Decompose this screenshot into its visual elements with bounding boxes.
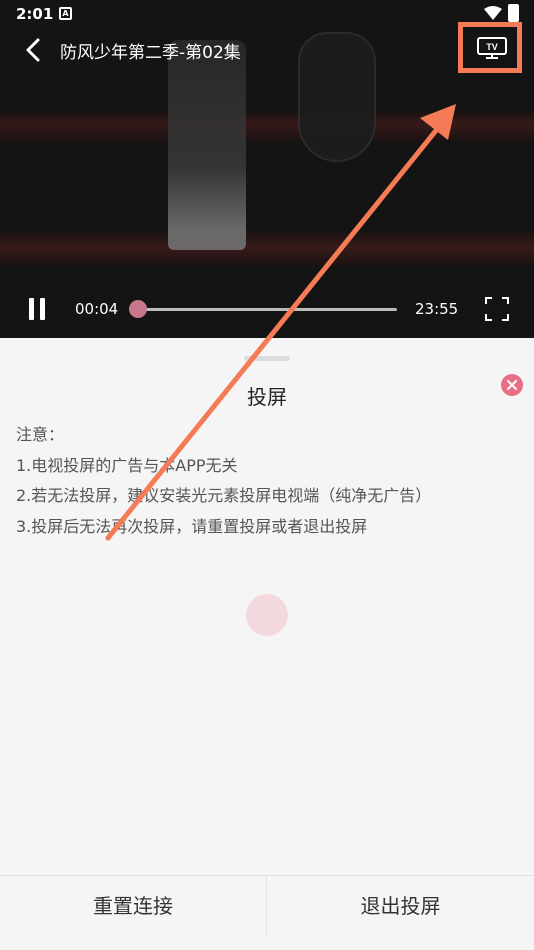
status-time: 2:01	[16, 5, 54, 23]
loading-indicator	[246, 594, 288, 636]
sheet-drag-handle[interactable]	[244, 356, 290, 361]
reset-connection-button[interactable]: 重置连接	[0, 876, 267, 938]
wifi-icon	[484, 6, 502, 20]
player-controls: 00:04 23:55	[0, 288, 534, 330]
total-time: 23:55	[415, 300, 459, 318]
notice-line: 注意：	[16, 425, 65, 444]
video-frame-figure	[168, 40, 246, 250]
progress-thumb[interactable]	[128, 300, 147, 318]
pause-bar	[40, 298, 45, 320]
video-frame-band	[0, 112, 534, 142]
notice-text: 注意： 1.电视投屏的广告与本APP无关 2.若无法投屏，建议安装光元素投屏电视…	[16, 420, 431, 542]
player-topbar: 防风少年第二季-第02集	[0, 30, 534, 70]
status-bar: 2:01 A	[0, 0, 534, 30]
sheet-title: 投屏	[247, 385, 287, 409]
close-icon	[507, 380, 517, 390]
close-button[interactable]	[501, 374, 523, 396]
pause-bar	[29, 298, 34, 320]
video-frame-band	[0, 232, 534, 266]
cast-sheet: 投屏 注意： 1.电视投屏的广告与本APP无关 2.若无法投屏，建议安装光元素投…	[0, 338, 534, 950]
notification-icon: A	[59, 7, 72, 20]
notice-line: 1.电视投屏的广告与本APP无关	[16, 455, 238, 475]
pause-button[interactable]	[26, 296, 48, 322]
current-time: 00:04	[75, 300, 119, 318]
tv-cast-icon[interactable]: TV	[476, 36, 508, 60]
exit-cast-button[interactable]: 退出投屏	[267, 876, 534, 938]
back-arrow-icon[interactable]	[20, 36, 48, 64]
progress-track[interactable]	[137, 308, 397, 311]
notice-line: 2.若无法投屏，建议安装光元素投屏电视端（纯净无广告）	[16, 486, 432, 505]
video-title: 防风少年第二季-第02集	[60, 43, 241, 63]
video-player[interactable]: 2:01 A 防风少年第二季-第02集 TV 00:04 23:55	[0, 0, 534, 338]
notice-line: 3.投屏后无法再次投屏，请重置投屏或者退出投屏	[16, 516, 368, 536]
tv-cast-label: TV	[486, 42, 498, 52]
battery-icon	[508, 4, 519, 22]
fullscreen-icon[interactable]	[484, 296, 510, 322]
bottom-action-bar: 重置连接 退出投屏	[0, 875, 534, 938]
